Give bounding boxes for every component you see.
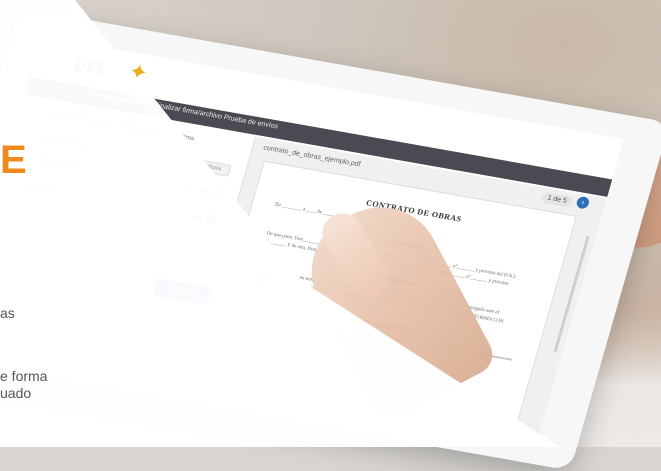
download-icon[interactable]: ⤓ bbox=[180, 209, 191, 220]
sign-now-button[interactable]: Firmar ahora bbox=[176, 156, 232, 177]
overlay-text-line: e forma bbox=[0, 368, 48, 384]
next-page-button[interactable]: › bbox=[575, 195, 591, 210]
eye-icon[interactable]: ◉ bbox=[193, 211, 204, 222]
checkbox-icon[interactable]: ✓ bbox=[205, 214, 217, 225]
list-header-title: Prueba de envíos bbox=[41, 135, 90, 149]
checkbox-icon[interactable]: ✓ bbox=[213, 187, 225, 198]
heading-letter: E bbox=[0, 138, 27, 182]
app-logo: ert bbox=[71, 50, 108, 81]
eye-icon[interactable]: ◉ bbox=[201, 184, 212, 195]
document-star-icon: ✦ bbox=[125, 58, 151, 86]
download-icon[interactable]: ⤓ bbox=[188, 182, 199, 193]
overlay-text-line: uado bbox=[0, 385, 32, 401]
list-item-name: f9bce9fd bbox=[27, 184, 53, 195]
sign-button[interactable]: Firmar bbox=[152, 278, 215, 306]
overlay-text-line: as bbox=[0, 305, 15, 321]
list-item-name: Ifhfjo7f4e87fl8bdf bbox=[35, 157, 83, 172]
page-indicator: 1 de 5 bbox=[540, 191, 575, 208]
